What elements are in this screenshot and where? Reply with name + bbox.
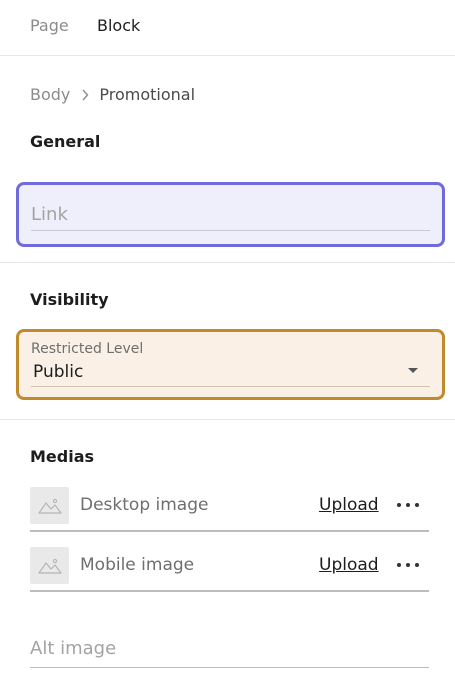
breadcrumb-root[interactable]: Body [30, 85, 70, 104]
alt-image-field[interactable]: Alt image [30, 638, 429, 668]
link-underline [31, 230, 430, 231]
select-underline [31, 386, 430, 387]
visibility-section-title: Visibility [30, 290, 109, 309]
general-section-title: General [30, 132, 101, 151]
more-options-icon[interactable] [397, 495, 419, 515]
restricted-level-label: Restricted Level [31, 341, 144, 357]
link-placeholder: Link [31, 204, 68, 225]
dropdown-arrow-icon[interactable] [408, 368, 418, 373]
restricted-level-select[interactable]: Restricted Level Public [16, 329, 445, 400]
media-label: Desktop image [80, 495, 209, 515]
media-label: Mobile image [80, 555, 195, 575]
image-placeholder-icon [30, 547, 69, 584]
alt-image-placeholder: Alt image [30, 638, 117, 659]
chevron-right-icon [76, 89, 94, 101]
media-row-desktop: Desktop image Upload [30, 487, 429, 532]
divider [0, 419, 455, 420]
divider [0, 262, 455, 263]
more-options-icon[interactable] [397, 555, 419, 575]
link-field[interactable]: Link [16, 182, 445, 247]
breadcrumb-current: Promotional [99, 85, 196, 104]
medias-section-title: Medias [30, 447, 95, 466]
image-placeholder-icon [30, 487, 69, 524]
tab-page[interactable]: Page [30, 16, 69, 35]
tab-bar: Page Block [0, 0, 455, 56]
restricted-level-value: Public [33, 362, 84, 382]
breadcrumb: Body Promotional [30, 85, 195, 104]
media-row-mobile: Mobile image Upload [30, 547, 429, 592]
upload-button[interactable]: Upload [319, 555, 379, 575]
tab-block[interactable]: Block [97, 16, 140, 35]
upload-button[interactable]: Upload [319, 495, 379, 515]
